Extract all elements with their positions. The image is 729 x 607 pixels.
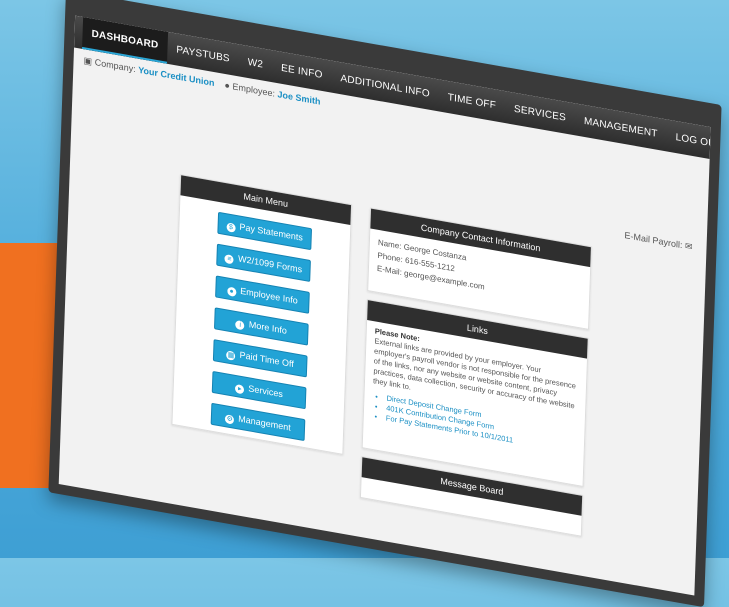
w2-forms-button[interactable]: ≡ W2/1099 Forms [216, 243, 311, 282]
envelope-icon[interactable]: ✉ [685, 241, 693, 252]
nav-additional-info[interactable]: ADDITIONAL INFO [331, 71, 439, 101]
nav-w2[interactable]: W2 [239, 55, 273, 72]
paid-time-off-button[interactable]: ▦ Paid Time Off [212, 339, 308, 378]
nav-ee-info[interactable]: EE INFO [272, 61, 332, 82]
management-button[interactable]: ⚙ Management [210, 402, 306, 442]
main-menu-title: Main Menu [180, 175, 352, 226]
email-payroll-link[interactable]: E-Mail Payroll: ✉ [624, 230, 692, 253]
arrow-right-icon: ▸ [235, 383, 245, 395]
nav-paystubs[interactable]: PAYSTUBS [167, 42, 239, 65]
services-label: Services [248, 383, 284, 400]
employee-info-button[interactable]: ● Employee Info [215, 275, 310, 314]
employee-label: Employee: [232, 81, 276, 99]
links-panel: Links Please Note: External links are pr… [361, 298, 589, 488]
services-button[interactable]: ▸ Services [211, 370, 307, 410]
dollar-icon: $ [226, 222, 236, 233]
paid-time-off-label: Paid Time Off [239, 349, 295, 370]
pay-statements-label: Pay Statements [239, 221, 304, 243]
employee-value: Joe Smith [277, 89, 321, 107]
company-label: Company: [94, 57, 136, 75]
nav-log-out[interactable]: LOG OUT [666, 130, 710, 152]
app-screen: DASHBOARD PAYSTUBS W2 EE INFO ADDITIONAL… [58, 15, 711, 596]
nav-services[interactable]: SERVICES [505, 102, 575, 125]
top-navigation: DASHBOARD PAYSTUBS W2 EE INFO ADDITIONAL… [74, 15, 711, 159]
gear-icon: ⚙ [224, 414, 235, 425]
nav-management[interactable]: MANAGEMENT [575, 114, 667, 141]
employee-info-label: Employee Info [240, 285, 298, 306]
employee-icon: ● [224, 79, 231, 91]
calendar-icon: ▦ [226, 350, 236, 361]
more-info-button[interactable]: i More Info [213, 307, 309, 346]
nav-time-off[interactable]: TIME OFF [439, 90, 506, 113]
email-payroll-label: E-Mail Payroll: [624, 230, 683, 251]
company-icon: ▣ [83, 55, 93, 67]
main-menu-panel: Main Menu $ Pay Statements ≡ W2/1099 Forms… [171, 174, 353, 455]
user-icon: ● [226, 286, 237, 297]
info-icon: i [235, 319, 245, 331]
contact-email-label: E-Mail: [376, 263, 403, 278]
more-info-label: More Info [248, 319, 288, 336]
pay-statements-button[interactable]: $ Pay Statements [217, 211, 313, 251]
monitor-frame: DASHBOARD PAYSTUBS W2 EE INFO ADDITIONAL… [48, 0, 722, 607]
management-label: Management [238, 413, 291, 433]
document-icon: ≡ [224, 254, 235, 265]
w2-forms-label: W2/1099 Forms [237, 253, 303, 275]
